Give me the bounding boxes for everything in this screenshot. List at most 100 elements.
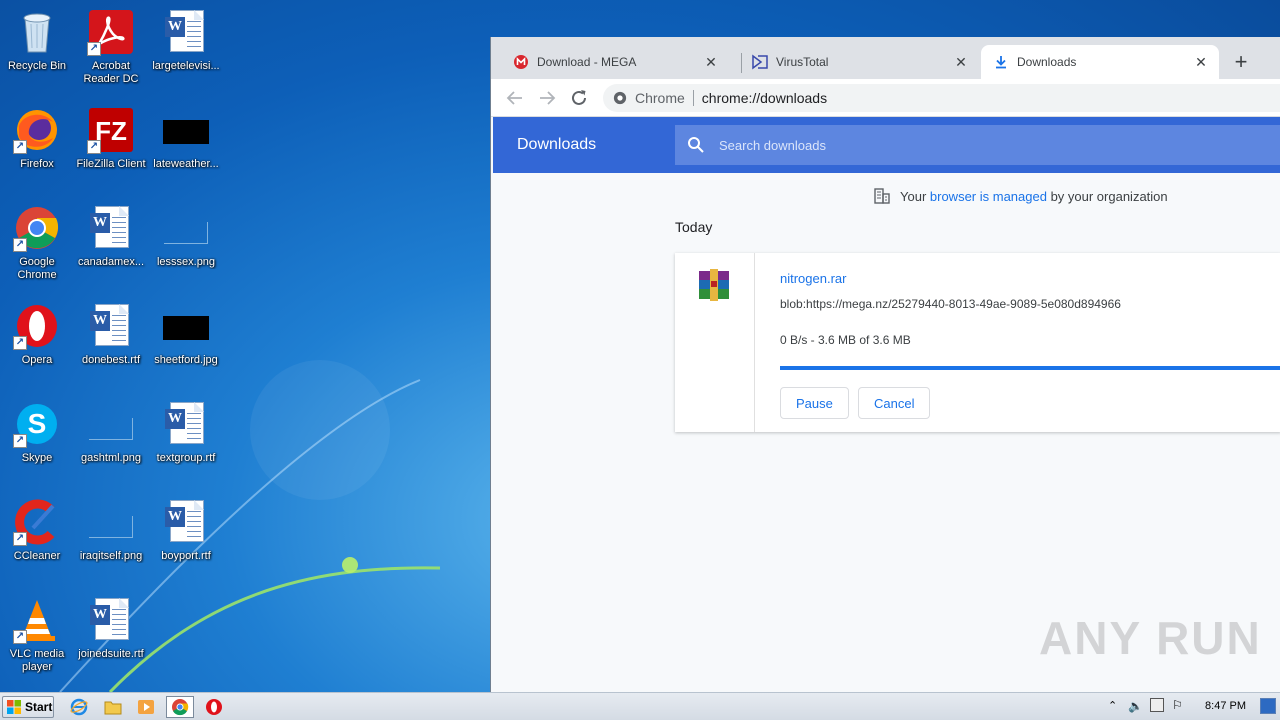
desktop-icon-joinedsuite[interactable]: W joinedsuite.rtf — [74, 590, 148, 682]
desktop-icon-label: Acrobat Reader DC — [83, 60, 139, 85]
desktop-icon-label: iraqitself.png — [79, 550, 143, 562]
back-arrow-icon — [506, 91, 522, 105]
chrome-icon: ↗ — [13, 204, 61, 252]
search-downloads[interactable] — [675, 125, 1280, 165]
shortcut-arrow-icon: ↗ — [13, 630, 27, 644]
desktop-icon-filezilla[interactable]: FZ ↗ FileZilla Client — [74, 100, 148, 192]
desktop-icon-acrobat[interactable]: ↗ Acrobat Reader DC — [74, 2, 148, 94]
close-icon[interactable]: ✕ — [1193, 54, 1209, 70]
search-icon — [688, 137, 704, 153]
close-icon[interactable]: ✕ — [953, 54, 969, 70]
desktop-icon-label: Google Chrome — [17, 256, 57, 281]
winrar-archive-icon — [699, 269, 729, 301]
shortcut-arrow-icon: ↗ — [13, 434, 27, 448]
show-desktop-button[interactable] — [1260, 698, 1276, 714]
tab-downloads[interactable]: Downloads ✕ — [981, 45, 1219, 79]
image-file-icon — [162, 302, 210, 350]
address-bar[interactable]: Chrome chrome://downloads — [603, 84, 1280, 112]
download-progress-bar — [780, 366, 1280, 370]
clock[interactable]: 8:47 PM — [1205, 700, 1246, 712]
desktop-icon-label: Skype — [21, 452, 53, 464]
shortcut-arrow-icon: ↗ — [87, 140, 101, 154]
anyrun-watermark: ANY RUN — [1039, 612, 1262, 664]
desktop-icon-label: largetelevisi... — [152, 60, 220, 72]
reload-button[interactable] — [567, 86, 591, 110]
shortcut-arrow-icon: ↗ — [13, 532, 27, 546]
desktop-icon-firefox[interactable]: ↗ Firefox — [0, 100, 74, 192]
taskbar-opera[interactable] — [202, 696, 226, 718]
desktop-icon-vlc[interactable]: ↗ VLC media player — [0, 590, 74, 682]
back-button[interactable] — [503, 86, 527, 110]
taskbar-explorer[interactable] — [101, 696, 125, 718]
firefox-icon: ↗ — [13, 106, 61, 154]
word-document-icon: W — [162, 400, 210, 448]
desktop-icon-iraqitself[interactable]: iraqitself.png — [74, 492, 148, 584]
close-icon[interactable]: ✕ — [703, 54, 719, 70]
word-document-icon: W — [87, 204, 135, 252]
desktop-icon-canadamex[interactable]: W canadamex... — [74, 198, 148, 290]
pause-button[interactable]: Pause — [780, 387, 849, 419]
taskbar-chrome[interactable] — [166, 696, 194, 718]
desktop-icon-gashtml[interactable]: gashtml.png — [74, 394, 148, 486]
start-label: Start — [25, 700, 53, 714]
search-input[interactable] — [719, 137, 1219, 153]
desktop-icon-donebest[interactable]: W donebest.rtf — [74, 296, 148, 388]
virustotal-icon — [752, 54, 768, 70]
cancel-button[interactable]: Cancel — [858, 387, 931, 419]
desktop-icon-label: sheetford.jpg — [154, 354, 218, 366]
download-item: nitrogen.rar blob:https://mega.nz/252794… — [675, 253, 1280, 432]
svg-text:S: S — [28, 408, 47, 439]
desktop-icon-sheetford[interactable]: sheetford.jpg — [149, 296, 223, 388]
download-progress-fill — [780, 366, 1280, 370]
acrobat-icon: ↗ — [87, 8, 135, 56]
downloads-header: Downloads — [493, 117, 1280, 173]
word-document-icon: W — [162, 498, 210, 546]
action-center-flag-icon[interactable]: ⚐ — [1172, 698, 1183, 712]
url-text: chrome://downloads — [701, 90, 828, 106]
tab-title: Download - MEGA — [537, 55, 637, 69]
managed-link[interactable]: browser is managed — [930, 189, 1047, 204]
network-icon[interactable] — [1150, 698, 1164, 712]
download-source-url[interactable]: blob:https://mega.nz/25279440-8013-49ae-… — [780, 297, 1121, 311]
desktop-icon-label: textgroup.rtf — [156, 452, 216, 464]
skype-icon: S ↗ — [13, 400, 61, 448]
desktop-icon-label: canadamex... — [77, 256, 145, 268]
desktop-icon-google-chrome[interactable]: ↗ Google Chrome — [0, 198, 74, 290]
desktop-icon-label: FileZilla Client — [76, 158, 146, 170]
taskbar: Start ⌃ 🔈 ⚐ 8:47 PM — [0, 692, 1280, 720]
vlc-icon: ↗ — [13, 596, 61, 644]
desktop-icon-opera[interactable]: ↗ Opera — [0, 296, 74, 388]
new-tab-button[interactable]: + — [1229, 51, 1253, 75]
managed-notice: Your browser is managed by your organiza… — [873, 187, 1168, 205]
desktop-icon-label: Recycle Bin — [7, 60, 67, 72]
volume-icon[interactable]: 🔈 — [1128, 699, 1143, 713]
start-button[interactable]: Start — [2, 696, 54, 718]
desktop-icon-recycle-bin[interactable]: Recycle Bin — [0, 2, 74, 94]
desktop-icon-lateweather[interactable]: lateweather... — [149, 100, 223, 192]
desktop-icon-largetelevisi[interactable]: W largetelevisi... — [149, 2, 223, 94]
building-icon — [874, 188, 890, 204]
desktop-icon-boyport[interactable]: W boyport.rtf — [149, 492, 223, 584]
tab-virustotal[interactable]: VirusTotal ✕ — [742, 45, 979, 79]
download-status: 0 B/s - 3.6 MB of 3.6 MB — [780, 333, 911, 347]
internet-explorer-icon — [70, 698, 88, 716]
shortcut-arrow-icon: ↗ — [87, 42, 101, 56]
tab-mega[interactable]: Download - MEGA ✕ — [491, 45, 729, 79]
forward-arrow-icon — [540, 91, 556, 105]
taskbar-media-player[interactable] — [134, 696, 158, 718]
desktop-icon-lesssex[interactable]: lesssex.png — [149, 198, 223, 290]
desktop-icon-skype[interactable]: S ↗ Skype — [0, 394, 74, 486]
desktop-icon-ccleaner[interactable]: ↗ CCleaner — [0, 492, 74, 584]
recycle-bin-icon — [13, 8, 61, 56]
chrome-page-icon — [613, 91, 627, 105]
desktop-icon-label: boyport.rtf — [161, 550, 211, 562]
show-hidden-icons-button[interactable]: ⌃ — [1108, 699, 1117, 712]
forward-button[interactable] — [535, 86, 559, 110]
download-filename-link[interactable]: nitrogen.rar — [780, 271, 846, 286]
taskbar-internet-explorer[interactable] — [67, 696, 91, 718]
desktop-icon-label: gashtml.png — [81, 452, 141, 464]
word-document-icon: W — [87, 302, 135, 350]
desktop-icon-textgroup[interactable]: W textgroup.rtf — [149, 394, 223, 486]
desktop-icon-label: donebest.rtf — [81, 354, 141, 366]
media-player-icon — [138, 700, 154, 714]
